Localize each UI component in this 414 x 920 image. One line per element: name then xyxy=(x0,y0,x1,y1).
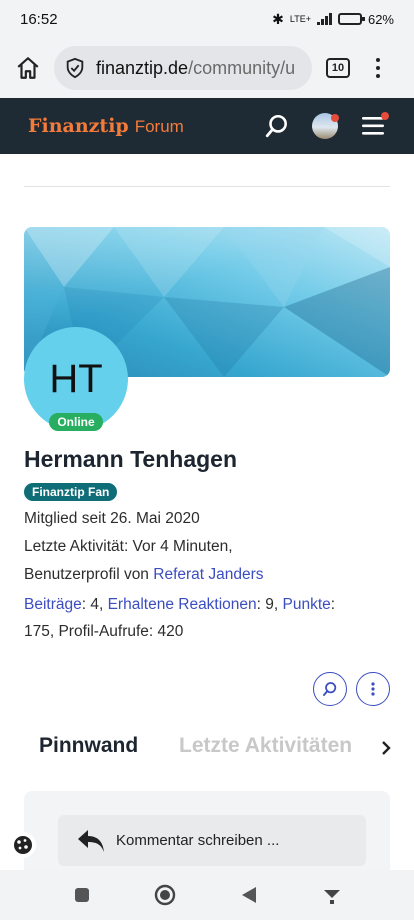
points-link[interactable]: Punkte xyxy=(283,596,331,613)
menu-notification-dot xyxy=(381,112,389,120)
cookie-icon xyxy=(14,836,32,854)
profile-page: HT Online Hermann Tenhagen Finanztip Fan… xyxy=(0,154,414,870)
avatar-initials: HT xyxy=(49,356,103,401)
stats-line-2: 175, Profil-Aufrufe: 420 xyxy=(24,623,184,640)
last-activity: Letzte Aktivität: Vor 4 Minuten, xyxy=(24,538,233,555)
user-title-badge: Finanztip Fan xyxy=(24,483,118,501)
chevron-right-icon xyxy=(382,741,391,755)
search-icon xyxy=(265,114,287,138)
status-bar: 16:52 ✱ LTE+ 62% xyxy=(0,0,414,38)
reactions-value: : 9, xyxy=(256,596,283,613)
browser-toolbar: finanztip.de/community/u 10 xyxy=(0,38,414,98)
profile-by: Benutzerprofil von Referat Janders xyxy=(24,561,376,588)
battery-percent: 62% xyxy=(367,11,394,27)
online-badge: Online xyxy=(49,413,103,431)
circle-home-icon xyxy=(155,884,176,906)
battery-icon xyxy=(337,13,365,25)
profile-by-prefix: Benutzerprofil von xyxy=(24,566,154,583)
home-icon xyxy=(17,57,39,79)
more-vertical-icon xyxy=(371,682,375,696)
forum-logo[interactable]: Finanztip Forum xyxy=(28,115,246,137)
shield-icon[interactable] xyxy=(64,57,86,79)
menu-button[interactable] xyxy=(356,109,390,143)
signal-icon xyxy=(316,13,332,25)
comment-input[interactable]: Kommentar schreiben ... xyxy=(58,815,366,866)
status-icons: ✱ LTE+ 62% xyxy=(272,11,394,28)
network-label: LTE+ xyxy=(289,13,311,24)
tab-switcher-button[interactable]: 10 xyxy=(326,58,350,78)
posts-value: : 4, xyxy=(81,596,108,613)
search-icon xyxy=(323,682,337,696)
status-time: 16:52 xyxy=(20,10,58,28)
keyboard-hide-button[interactable] xyxy=(312,875,352,915)
back-triangle-icon xyxy=(241,887,256,903)
profile-stats: Beiträge: 4, Erhaltene Reaktionen: 9, Pu… xyxy=(24,591,376,645)
divider xyxy=(24,186,390,187)
url-path: /community/u xyxy=(188,57,296,78)
reactions-link[interactable]: Erhaltene Reaktionen xyxy=(108,596,257,613)
profile-by-link[interactable]: Referat Janders xyxy=(153,566,263,583)
url-bar[interactable]: finanztip.de/community/u xyxy=(54,46,312,90)
profile-search-button[interactable] xyxy=(313,672,347,706)
user-avatar-button[interactable] xyxy=(308,109,342,143)
chevron-down-icon xyxy=(324,890,341,904)
browser-menu-icon[interactable] xyxy=(376,58,380,78)
system-nav-bar xyxy=(0,870,414,920)
tab-latest-activity[interactable]: Letzte Aktivitäten xyxy=(179,734,375,758)
notification-dot xyxy=(331,114,339,122)
comment-placeholder: Kommentar schreiben ... xyxy=(116,832,280,849)
brand-section: Forum xyxy=(134,117,184,136)
points-value: : xyxy=(330,596,336,613)
tab-pinnwand[interactable]: Pinnwand xyxy=(39,734,138,758)
profile-tabs: Pinnwand Letzte Aktivitäten xyxy=(0,732,414,764)
home-button[interactable] xyxy=(10,50,46,86)
profile-name: Hermann Tenhagen xyxy=(24,446,237,472)
recents-button[interactable] xyxy=(62,875,102,915)
posts-link[interactable]: Beiträge xyxy=(24,596,82,613)
back-button[interactable] xyxy=(229,875,269,915)
url-text[interactable]: finanztip.de/community/u xyxy=(96,58,295,79)
square-icon xyxy=(74,888,89,902)
bluetooth-icon: ✱ xyxy=(272,10,284,27)
member-since: Mitglied seit 26. Mai 2020 xyxy=(24,510,200,527)
search-button[interactable] xyxy=(260,109,294,143)
home-nav-button[interactable] xyxy=(145,875,185,915)
cookie-settings-button[interactable] xyxy=(10,832,36,858)
brand-name: Finanztip xyxy=(28,115,129,137)
reply-icon xyxy=(78,829,104,852)
profile-more-button[interactable] xyxy=(356,672,390,706)
forum-header: Finanztip Forum xyxy=(0,98,414,154)
tabs-scroll-right-button[interactable] xyxy=(376,736,396,760)
url-domain: finanztip.de xyxy=(96,57,189,78)
